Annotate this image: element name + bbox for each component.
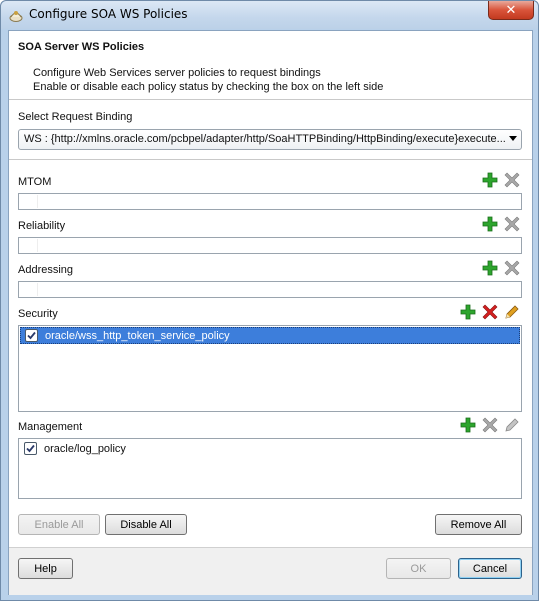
remove-all-button[interactable]: Remove All — [435, 514, 522, 535]
security-label: Security — [18, 308, 58, 320]
chevron-down-icon — [509, 136, 517, 141]
management-label: Management — [18, 421, 83, 433]
add-security-plus-icon[interactable] — [460, 304, 476, 320]
remove-security-x-icon[interactable] — [482, 304, 498, 320]
header-title: SOA Server WS Policies — [18, 41, 145, 53]
title-bar[interactable]: Configure SOA WS Policies ✕ — [1, 1, 538, 29]
reliability-policy-list[interactable] — [18, 237, 522, 254]
header-description-line2: Enable or disable each policy status by … — [33, 81, 384, 93]
management-policy-list[interactable]: oracle/log_policy — [18, 438, 522, 499]
add-management-plus-icon[interactable] — [460, 417, 476, 433]
security-policy-checkbox[interactable] — [25, 329, 38, 342]
management-policy-checkbox[interactable] — [24, 442, 37, 455]
header-description-line1: Configure Web Services server policies t… — [33, 67, 321, 79]
section-divider — [9, 159, 532, 160]
app-icon — [9, 11, 23, 22]
help-button[interactable]: Help — [18, 558, 73, 579]
edit-security-pencil-icon[interactable] — [504, 304, 520, 320]
disable-all-button[interactable]: Disable All — [105, 514, 187, 535]
security-policy-list[interactable]: oracle/wss_http_token_service_policy — [18, 325, 522, 412]
list-item-management-policy[interactable]: oracle/log_policy — [20, 440, 520, 457]
check-icon — [27, 331, 36, 340]
mtom-label: MTOM — [18, 176, 52, 188]
addressing-policy-list[interactable] — [18, 281, 522, 298]
ok-button[interactable]: OK — [386, 558, 451, 579]
reliability-checkbox-column — [20, 239, 38, 252]
request-binding-select[interactable]: WS : {http://xmlns.oracle.com/pcbpel/ada… — [18, 129, 522, 150]
remove-mtom-x-icon[interactable] — [504, 172, 520, 188]
edit-management-pencil-icon[interactable] — [504, 417, 520, 433]
window-title: Configure SOA WS Policies — [29, 7, 188, 21]
mtom-policy-list[interactable] — [18, 193, 522, 210]
list-item-security-policy[interactable]: oracle/wss_http_token_service_policy — [20, 327, 520, 344]
add-addressing-plus-icon[interactable] — [482, 260, 498, 276]
reliability-label: Reliability — [18, 220, 66, 232]
addressing-label: Addressing — [18, 264, 74, 276]
dialog-footer: Help OK Cancel — [9, 547, 532, 595]
close-icon: ✕ — [505, 2, 517, 18]
enable-all-button[interactable]: Enable All — [18, 514, 100, 535]
dialog-window: Configure SOA WS Policies ✕ SOA Server W… — [0, 0, 539, 601]
dialog-body: Select Request Binding WS : {http://xmln… — [9, 101, 532, 547]
mtom-checkbox-column — [20, 195, 38, 208]
add-mtom-plus-icon[interactable] — [482, 172, 498, 188]
add-reliability-plus-icon[interactable] — [482, 216, 498, 232]
close-button[interactable]: ✕ — [488, 1, 534, 20]
check-icon — [26, 444, 35, 453]
security-policy-name: oracle/wss_http_token_service_policy — [45, 329, 230, 342]
remove-addressing-x-icon[interactable] — [504, 260, 520, 276]
dialog-header: SOA Server WS Policies Configure Web Ser… — [9, 31, 532, 100]
addressing-checkbox-column — [20, 283, 38, 296]
request-binding-value: WS : {http://xmlns.oracle.com/pcbpel/ada… — [24, 133, 506, 145]
request-binding-label: Select Request Binding — [18, 111, 133, 123]
dialog-client: SOA Server WS Policies Configure Web Ser… — [8, 30, 533, 595]
header-description: Configure Web Services server policies t… — [33, 66, 383, 94]
cancel-button[interactable]: Cancel — [458, 558, 522, 579]
remove-reliability-x-icon[interactable] — [504, 216, 520, 232]
remove-management-x-icon[interactable] — [482, 417, 498, 433]
management-policy-name: oracle/log_policy — [44, 442, 126, 455]
